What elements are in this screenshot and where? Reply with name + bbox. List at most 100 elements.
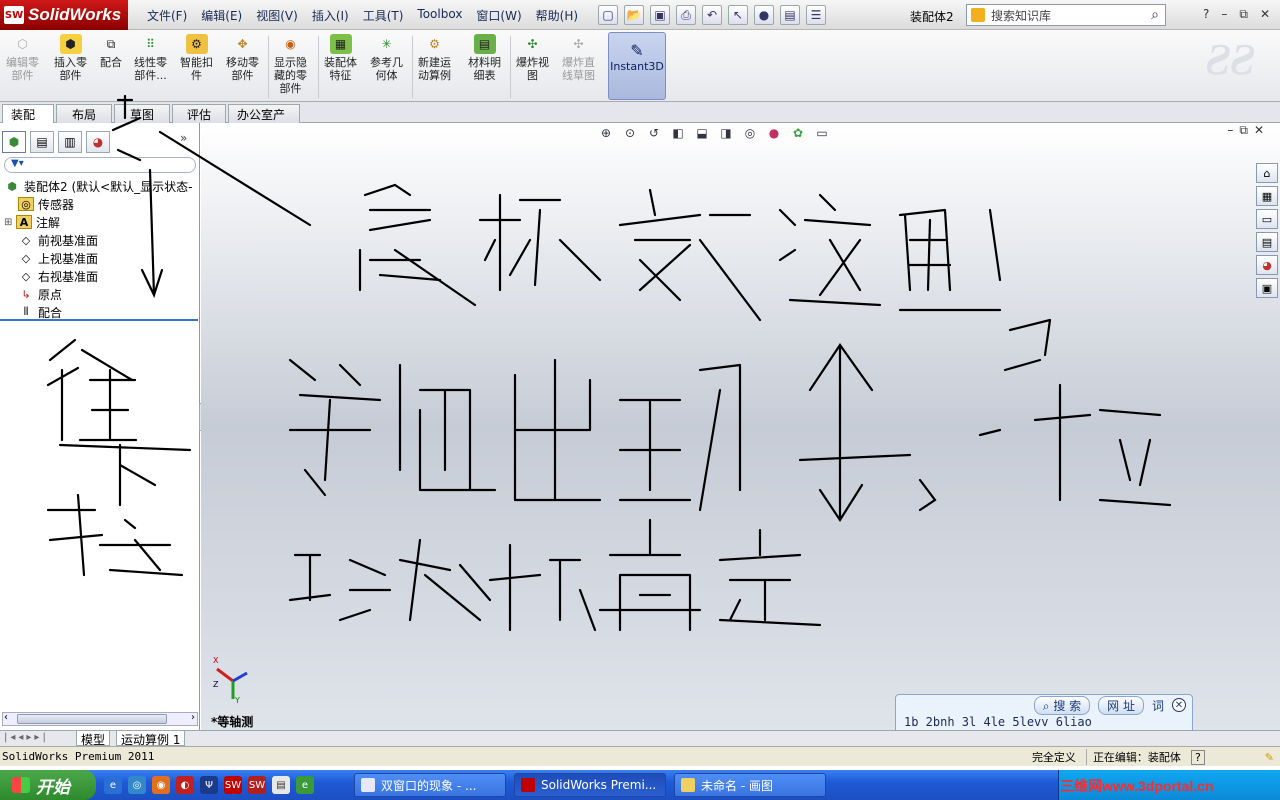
previous-view-icon[interactable]: ↺ [645,125,663,141]
menu-tools[interactable]: 工具(T) [356,7,411,24]
menu-toolbox[interactable]: Toolbox [410,7,469,24]
solidworks-alt-icon[interactable]: SW [248,776,266,794]
explode-line-sketch-button[interactable]: ✣ 爆炸直 线草图 [562,34,595,82]
widget-close-icon[interactable]: ✕ [1172,698,1186,712]
taskbar-item-paint[interactable]: 未命名 - 画图 [674,773,826,797]
expand-panel-icon[interactable]: » [180,131,187,153]
tab-layout[interactable]: 布局 [56,104,112,123]
display-manager-tab-icon[interactable]: ◕ [86,131,110,153]
firefox-icon[interactable]: ◉ [152,776,170,794]
tree-root-assembly[interactable]: ⬢ 装配体2 (默认<默认_显示状态- [4,177,198,195]
taskbar-item-browser[interactable]: 双窗口的现象 - ... [354,773,506,797]
widget-search-button[interactable]: ⌕ 搜 索 [1033,695,1091,715]
apply-scene-icon[interactable]: ✿ [789,125,807,141]
widget-url-button[interactable]: 网 址 [1098,695,1144,715]
exploded-view-button[interactable]: ✣ 爆炸视 图 [516,34,549,82]
tree-item-origin[interactable]: ↳ 原点 [4,285,198,303]
tree-item-top-plane[interactable]: ◇ 上视基准面 [4,249,198,267]
instant3d-button[interactable]: ✎ Instant3D [608,32,666,100]
help-button[interactable]: ? [1203,7,1209,22]
view-orientation-icon[interactable]: ⬓ [693,125,711,141]
expand-icon[interactable]: ⊞ [4,217,16,228]
home-icon[interactable]: ⌂ [1256,163,1278,183]
edit-appearance-icon[interactable]: ● [765,125,783,141]
scroll-left-icon[interactable]: ‹ [4,712,8,723]
tab-office-products[interactable]: 办公室产品 [228,104,300,139]
view-palette-icon[interactable]: ▤ [1256,232,1278,252]
media-icon[interactable]: ◎ [128,776,146,794]
menu-window[interactable]: 窗口(W) [469,7,528,24]
configuration-manager-tab-icon[interactable]: ▥ [58,131,82,153]
open-folder-icon[interactable]: 📂 [624,5,644,25]
options-icon[interactable]: ☰ [806,5,826,25]
display-style-icon[interactable]: ◨ [717,125,735,141]
minimize-button[interactable]: – [1221,7,1227,22]
undo-icon[interactable]: ↶ [702,5,722,25]
rebuild-status-icon[interactable]: ✎ [1265,751,1274,764]
section-view-icon[interactable]: ◧ [669,125,687,141]
show-hidden-components-button[interactable]: ◉ 显示隐 藏的零 部件 [274,34,307,95]
solidworks-logo[interactable]: SW SolidWorks [0,0,128,30]
file-explorer-icon[interactable]: ▭ [1256,209,1278,229]
insert-component-button[interactable]: ⬢ 插入零 部件 [54,34,87,82]
menu-help[interactable]: 帮助(H) [529,7,585,24]
hide-show-items-icon[interactable]: ◎ [741,125,759,141]
edit-component-button[interactable]: ⬡ 编辑零 部件 [6,34,39,82]
file-properties-icon[interactable]: ▤ [780,5,800,25]
custom-properties-icon[interactable]: ▣ [1256,278,1278,298]
viewport-window-controls[interactable]: –⧉✕ [1227,123,1270,138]
reference-geometry-button[interactable]: ✳ 参考几 何体 [370,34,403,82]
scroll-right-icon[interactable]: › [191,712,195,723]
tree-divider[interactable] [0,319,198,321]
zoom-to-fit-icon[interactable]: ⊕ [597,125,615,141]
tab-model[interactable]: 模型 [76,731,111,747]
horizontal-scrollbar[interactable]: ‹ › [2,712,198,726]
ie-icon[interactable]: e [296,776,314,794]
tree-item-front-plane[interactable]: ◇ 前视基准面 [4,231,198,249]
linear-pattern-button[interactable]: ⠿ 线性零 部件... [134,34,167,82]
widget-word-button[interactable]: 词 [1152,697,1164,714]
rebuild-icon[interactable]: ● [754,5,774,25]
menu-insert[interactable]: 插入(I) [305,7,356,24]
taskbar-item-solidworks[interactable]: SolidWorks Premi... [514,773,666,797]
tree-item-annotations[interactable]: ⊞ A 注解 [4,213,198,231]
menu-edit[interactable]: 编辑(E) [194,7,249,24]
solidworks-icon[interactable]: SW [224,776,242,794]
new-document-icon[interactable]: ▢ [598,5,618,25]
search-icon[interactable]: ⌕ [1151,7,1159,23]
save-icon[interactable]: ▣ [650,5,670,25]
print-icon[interactable]: ⎙ [676,5,696,25]
widget-candidate-text[interactable]: 1b 2bnh 3l 4le 5levv 6liao [896,715,1192,729]
feature-manager-tab-icon[interactable]: ⬢ [2,131,26,153]
knowledge-search-input[interactable]: 搜索知识库 ⌕ [966,4,1166,26]
select-arrow-icon[interactable]: ↖ [728,5,748,25]
ie-icon[interactable]: e [104,776,122,794]
tab-motion-study-1[interactable]: 运动算例 1 [116,731,186,747]
appearances-icon[interactable]: ◕ [1256,255,1278,275]
tab-assembly[interactable]: 装配体 [2,104,54,139]
smart-fasteners-button[interactable]: ⚙ 智能扣 件 [180,34,213,82]
bill-of-materials-button[interactable]: ▤ 材料明 细表 [468,34,501,82]
new-motion-study-button[interactable]: ⚙ 新建运 动算例 [418,34,451,82]
view-settings-icon[interactable]: ▭ [813,125,831,141]
menu-view[interactable]: 视图(V) [249,7,305,24]
assembly-features-button[interactable]: ▦ 装配体 特征 [324,34,357,82]
document-icon[interactable]: ▤ [272,776,290,794]
tab-evaluate[interactable]: 评估 [172,104,226,123]
status-help-icon[interactable]: ? [1190,749,1205,765]
scroll-thumb[interactable] [17,714,167,724]
tree-item-right-plane[interactable]: ◇ 右视基准面 [4,267,198,285]
menu-file[interactable]: 文件(F) [140,7,194,24]
close-button[interactable]: ✕ [1260,7,1270,22]
zoom-area-icon[interactable]: ⊙ [621,125,639,141]
filter-input[interactable]: ▼▾ [4,157,196,173]
restore-button[interactable]: ⧉ [1239,7,1248,22]
design-library-icon[interactable]: ▦ [1256,186,1278,206]
app-icon[interactable]: Ψ [200,776,218,794]
graphics-viewport[interactable]: ⊕ ⊙ ↺ ◧ ⬓ ◨ ◎ ● ✿ ▭ –⧉✕ ⌂ ▦ ▭ ▤ ◕ ▣ X Y … [201,123,1280,730]
property-manager-tab-icon[interactable]: ▤ [30,131,54,153]
mate-button[interactable]: ⧉ 配合 [100,34,122,69]
browser-icon[interactable]: ◐ [176,776,194,794]
tab-navigation-icon[interactable]: |◂◂▸▸| [4,732,49,743]
move-component-button[interactable]: ✥ 移动零 部件 [226,34,259,82]
